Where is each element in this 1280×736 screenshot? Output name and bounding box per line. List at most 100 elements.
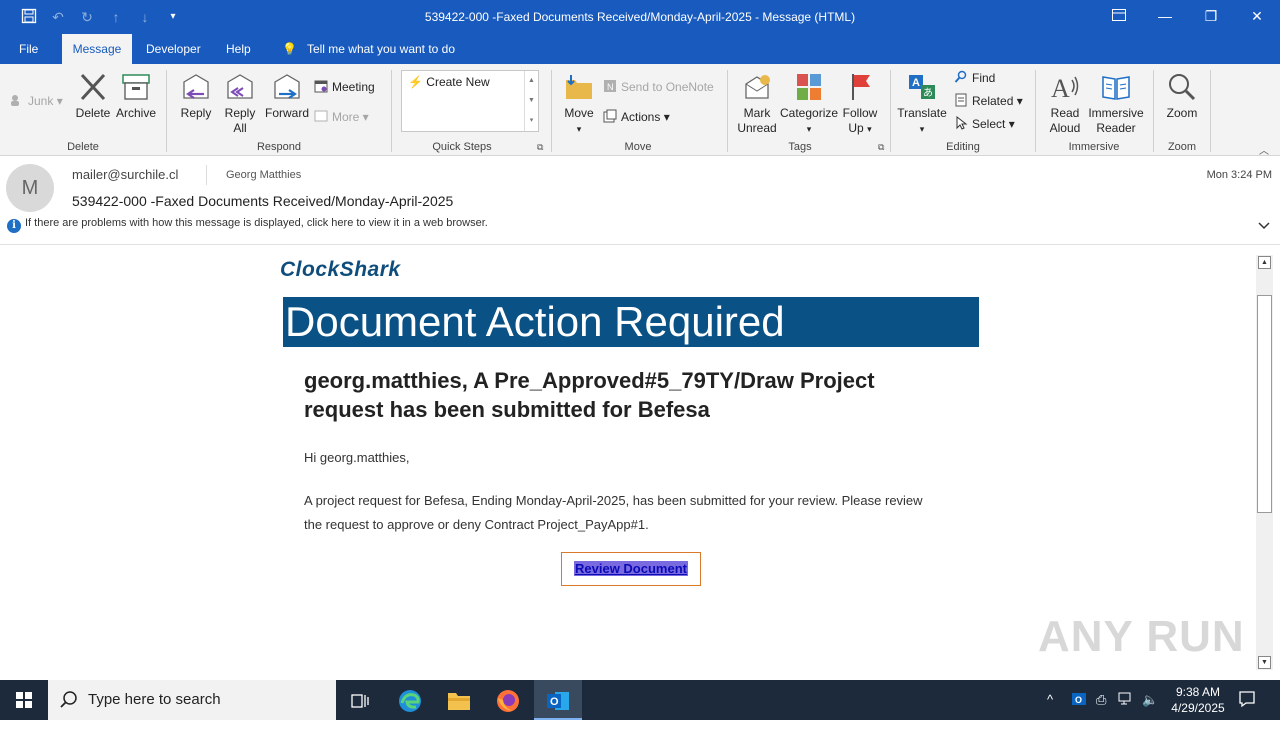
group-label-delete: Delete [67, 141, 99, 153]
minimize-button[interactable]: — [1142, 0, 1188, 34]
zoom-icon [1166, 72, 1198, 102]
read-aloud-label-1: Read [1050, 106, 1080, 120]
forward-icon [271, 72, 303, 102]
reply-all-icon [224, 72, 256, 102]
sender-address[interactable]: mailer@surchile.cl [72, 167, 178, 182]
related-icon [954, 93, 968, 107]
move-label: Move [564, 106, 594, 120]
find-button[interactable]: Find [954, 69, 995, 87]
clock-date: 4/29/2025 [1171, 701, 1225, 715]
translate-button[interactable]: Aあ Translate ▾ [897, 72, 947, 137]
collapse-ribbon-icon[interactable]: ︿ [1259, 142, 1269, 157]
info-bar[interactable]: i If there are problems with how this mes… [7, 217, 488, 233]
more-respond-button[interactable]: More ▾ [314, 108, 369, 126]
group-separator [391, 70, 392, 152]
immersive-reader-icon [1100, 72, 1132, 102]
reply-button[interactable]: Reply [177, 72, 215, 121]
dialog-launcher-icon[interactable]: ⧉ [878, 142, 884, 153]
archive-icon [120, 72, 152, 102]
outlook-icon[interactable]: O [534, 680, 582, 720]
junk-button[interactable]: Junk ▾ [10, 92, 63, 110]
taskbar-search[interactable]: Type here to search [48, 680, 336, 720]
follow-up-button[interactable]: Follow Up ▾ [840, 72, 880, 137]
start-button[interactable] [0, 680, 48, 720]
mark-unread-icon [741, 72, 773, 102]
banner-heading: Document Action Required [283, 297, 979, 347]
previous-item-icon[interactable]: ↑ [107, 8, 125, 26]
immersive-label-1: Immersive [1088, 106, 1144, 120]
customize-toolbar-icon[interactable]: ▾ [164, 8, 182, 26]
outlook-tray-icon[interactable]: O [1071, 691, 1087, 710]
scroll-up-icon[interactable]: ▲ [1258, 256, 1271, 269]
categorize-button[interactable]: Categorize ▾ [780, 72, 838, 137]
send-to-onenote-button[interactable]: N Send to OneNote [603, 78, 714, 96]
dialog-launcher-icon[interactable]: ⧉ [537, 142, 543, 153]
forward-button[interactable]: Forward [264, 72, 310, 121]
show-hidden-icons[interactable]: ^ [1047, 692, 1053, 707]
read-aloud-label-2: Aloud [1049, 121, 1081, 135]
file-explorer-icon[interactable] [435, 680, 483, 720]
restore-button[interactable]: ❐ [1188, 0, 1234, 34]
tab-file[interactable]: File [9, 34, 48, 64]
reply-all-label-2: All [233, 121, 247, 135]
svg-text:あ: あ [923, 87, 933, 99]
notifications-icon[interactable] [1238, 690, 1256, 711]
tell-me-search[interactable]: 💡 Tell me what you want to do [272, 34, 465, 64]
undo-icon[interactable]: ↶ [49, 8, 67, 26]
tab-message[interactable]: Message [62, 34, 132, 64]
next-item-icon[interactable]: ↓ [136, 8, 154, 26]
select-label: Select [972, 117, 1006, 131]
more-icon [314, 109, 328, 123]
task-view-icon[interactable] [336, 680, 384, 720]
ribbon: Junk ▾ Delete Archive Delete Reply Reply… [0, 64, 1280, 157]
close-button[interactable]: ✕ [1234, 0, 1280, 34]
reply-label: Reply [180, 106, 212, 120]
redo-icon[interactable]: ↻ [78, 8, 96, 26]
scroll-thumb[interactable] [1257, 295, 1272, 513]
svg-text:A: A [1051, 74, 1070, 102]
reply-all-button[interactable]: Reply All [220, 72, 260, 136]
zoom-button[interactable]: Zoom [1162, 72, 1202, 121]
immersive-reader-button[interactable]: Immersive Reader [1086, 72, 1146, 136]
move-button[interactable]: Move ▾ [560, 72, 598, 137]
device-icon[interactable]: ⎙ [1096, 692, 1106, 708]
expand-header-icon[interactable] [1258, 219, 1270, 233]
scroll-down-icon[interactable]: ▼ [1258, 656, 1271, 669]
reply-all-label-1: Reply [224, 106, 256, 120]
avatar[interactable]: M [6, 164, 54, 212]
ribbon-display-options-icon[interactable] [1096, 0, 1142, 34]
message-header: M mailer@surchile.cl Georg Matthies 5394… [0, 157, 1280, 245]
review-document-button[interactable]: Review Document [561, 552, 701, 586]
quick-step-create-new[interactable]: ⚡ Create New [408, 75, 490, 89]
read-aloud-button[interactable]: A Read Aloud [1044, 72, 1086, 136]
categorize-dropdown-icon: ▾ [806, 124, 812, 134]
message-subject: 539422-000 -Faxed Documents Received/Mon… [72, 193, 454, 209]
meeting-button[interactable]: Meeting [314, 78, 375, 96]
related-button[interactable]: Related ▾ [954, 92, 1023, 110]
divider [206, 165, 207, 185]
quick-steps-scroll[interactable]: ▲ ▼ ▾ [524, 71, 538, 131]
network-icon[interactable] [1118, 692, 1134, 709]
archive-button[interactable]: Archive [115, 72, 157, 121]
recipient[interactable]: Georg Matthies [226, 169, 301, 181]
meeting-icon [314, 79, 328, 93]
vertical-scrollbar[interactable]: ▲ ▼ [1256, 255, 1273, 670]
greeting: Hi georg.matthies, [304, 450, 410, 465]
tab-help[interactable]: Help [216, 34, 261, 64]
review-document-link[interactable]: Review Document [574, 561, 688, 576]
tab-developer[interactable]: Developer [136, 34, 211, 64]
actions-button[interactable]: Actions ▾ [603, 108, 670, 126]
delete-button[interactable]: Delete [74, 72, 112, 121]
clockshark-logo: ClockShark [280, 258, 401, 281]
mark-unread-button[interactable]: Mark Unread [735, 72, 779, 136]
read-aloud-icon: A [1049, 72, 1081, 103]
select-button[interactable]: Select ▾ [954, 115, 1015, 133]
group-label-immersive: Immersive [1068, 141, 1120, 153]
save-icon[interactable] [20, 8, 38, 26]
system-clock[interactable]: 9:38 AM 4/29/2025 [1160, 684, 1236, 716]
edge-icon[interactable] [386, 680, 434, 720]
firefox-icon[interactable] [484, 680, 532, 720]
quick-steps-gallery[interactable]: ⚡ Create New ▲ ▼ ▾ [401, 70, 539, 132]
volume-icon[interactable]: 🔈 [1142, 692, 1158, 708]
group-label-quick-steps: Quick Steps [432, 141, 492, 153]
